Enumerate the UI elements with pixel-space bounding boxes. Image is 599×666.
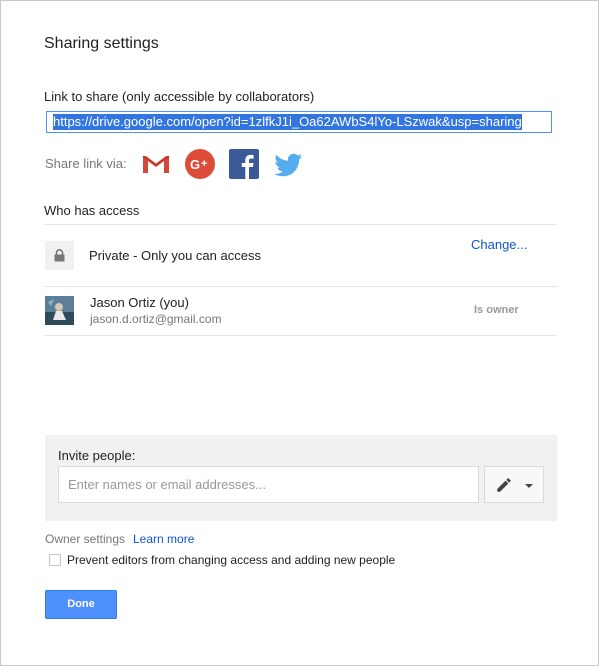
facebook-icon[interactable] bbox=[228, 148, 260, 180]
access-level-text: Private - Only you can access bbox=[89, 248, 261, 263]
sharing-dialog: Sharing settings Link to share (only acc… bbox=[0, 0, 599, 666]
share-link-field[interactable]: https://drive.google.com/open?id=1zlfkJ1… bbox=[46, 111, 552, 133]
dialog-title: Sharing settings bbox=[44, 35, 159, 52]
owner-name: Jason Ortiz (you) bbox=[90, 295, 189, 310]
share-link-value[interactable]: https://drive.google.com/open?id=1zlfkJ1… bbox=[53, 114, 522, 130]
learn-more-link[interactable]: Learn more bbox=[133, 532, 194, 546]
divider bbox=[44, 286, 557, 287]
owner-role-label: Is owner bbox=[474, 304, 519, 316]
svg-text:G: G bbox=[190, 157, 200, 172]
invite-people-input[interactable] bbox=[58, 466, 479, 503]
change-access-link[interactable]: Change... bbox=[471, 237, 527, 252]
divider bbox=[44, 335, 557, 336]
prevent-editors-checkbox[interactable] bbox=[49, 554, 61, 566]
divider bbox=[44, 224, 557, 225]
link-to-share-label: Link to share (only accessible by collab… bbox=[44, 89, 315, 104]
permission-dropdown-button[interactable] bbox=[484, 466, 544, 503]
done-button[interactable]: Done bbox=[45, 590, 117, 619]
invite-people-label: Invite people: bbox=[58, 448, 136, 463]
prevent-editors-label[interactable]: Prevent editors from changing access and… bbox=[67, 553, 395, 567]
chevron-down-icon bbox=[525, 484, 533, 488]
who-has-access-heading: Who has access bbox=[44, 203, 140, 218]
owner-settings-label: Owner settings bbox=[45, 532, 126, 546]
svg-text:+: + bbox=[201, 158, 207, 170]
pencil-icon bbox=[497, 478, 511, 492]
avatar bbox=[45, 296, 74, 325]
twitter-icon[interactable] bbox=[272, 148, 304, 180]
owner-email: jason.d.ortiz@gmail.com bbox=[90, 312, 222, 326]
gmail-icon[interactable] bbox=[140, 148, 172, 180]
share-via-label: Share link via: bbox=[45, 156, 127, 171]
lock-icon bbox=[45, 241, 74, 270]
google-plus-icon[interactable]: G + bbox=[184, 148, 216, 180]
invite-people-panel: Invite people: bbox=[45, 435, 557, 521]
